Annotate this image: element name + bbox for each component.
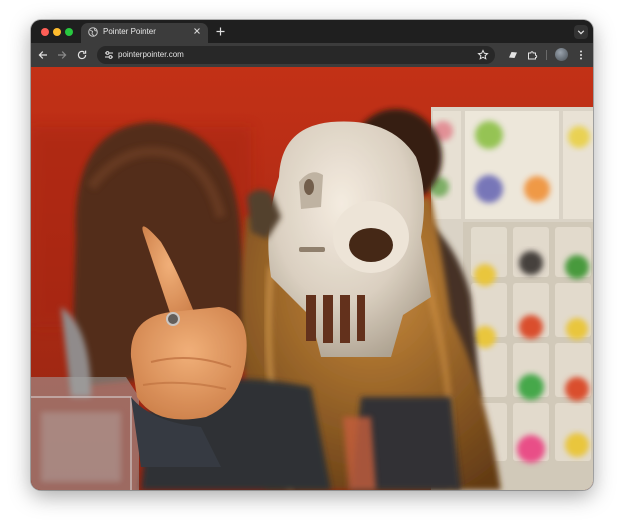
close-icon[interactable] (192, 26, 202, 36)
toolbar: pointerpointer.com (31, 43, 593, 67)
plus-icon[interactable] (215, 26, 226, 37)
extensions-puzzle-icon[interactable] (526, 49, 538, 61)
tab-search-button[interactable] (574, 25, 588, 39)
tab-title: Pointer Pointer (103, 27, 156, 36)
tab-strip: Pointer Pointer (31, 20, 593, 43)
page-viewport (31, 67, 593, 490)
chevron-down-icon (577, 30, 585, 35)
tab-pointer-pointer[interactable]: Pointer Pointer (81, 23, 208, 43)
url-text: pointerpointer.com (118, 50, 184, 59)
window-maximize-button[interactable] (65, 28, 73, 36)
address-bar[interactable]: pointerpointer.com (97, 46, 495, 64)
globe-icon (88, 27, 98, 37)
reload-icon[interactable] (76, 49, 88, 61)
more-menu-icon[interactable] (575, 49, 587, 61)
back-arrow-icon[interactable] (37, 49, 49, 61)
site-info-tune-icon[interactable] (103, 49, 115, 61)
bookmark-star-icon[interactable] (477, 49, 489, 61)
forward-arrow-icon[interactable] (56, 49, 68, 61)
photo-of-person-pointing[interactable] (31, 67, 593, 490)
window-minimize-button[interactable] (53, 28, 61, 36)
browser-window: Pointer Pointer pointerpointer.com (31, 20, 593, 490)
extension-lens-icon[interactable] (507, 49, 519, 61)
toolbar-divider (546, 50, 547, 60)
window-close-button[interactable] (41, 28, 49, 36)
profile-avatar[interactable] (555, 48, 568, 61)
